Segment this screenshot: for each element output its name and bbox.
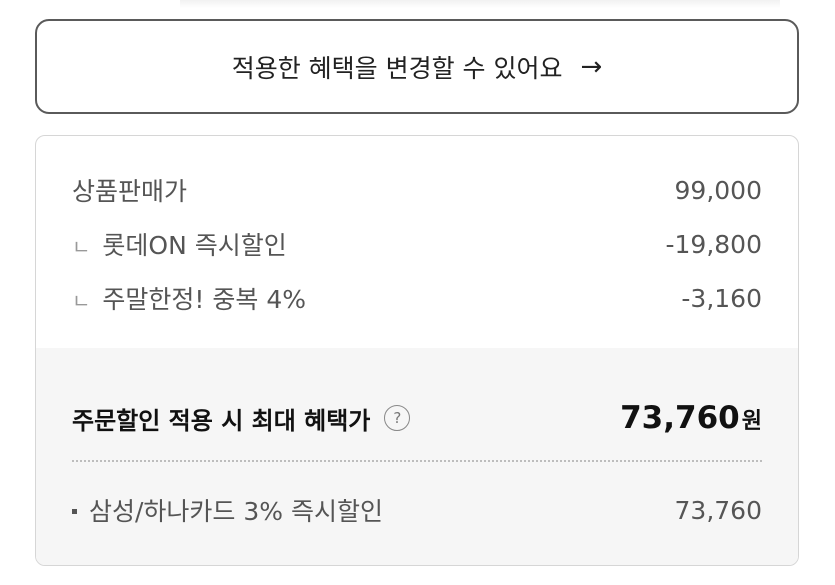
price-summary-card: 상품판매가 99,000 ㄴ 롯데ON 즉시할인 -19,800 ㄴ 주말한정! 중…: [35, 135, 799, 566]
card-discount-label: 삼성/하나카드 3% 즉시할인: [89, 497, 383, 526]
max-benefit-amount: 73,760 원: [620, 400, 762, 436]
discount-label: 롯데ON 즉시할인: [102, 231, 287, 260]
bullet-icon: [72, 508, 77, 514]
max-benefit-row: 주문할인 적용 시 최대 혜택가 ? 73,760 원: [72, 400, 762, 436]
change-benefit-button[interactable]: 적용한 혜택을 변경할 수 있어요 →: [35, 19, 799, 114]
card-discount-value: 73,760: [674, 495, 762, 525]
discount-value: -3,160: [681, 283, 762, 313]
currency-unit: 원: [741, 409, 762, 434]
price-row-sale-price: 상품판매가 99,000: [72, 172, 762, 208]
max-benefit-label: 주문할인 적용 시 최대 혜택가: [72, 406, 371, 435]
arrow-right-icon: →: [580, 51, 603, 82]
help-icon[interactable]: ?: [384, 405, 411, 431]
change-benefit-label: 적용한 혜택을 변경할 수 있어요: [231, 53, 563, 83]
price-breakdown: 상품판매가 99,000 ㄴ 롯데ON 즉시할인 -19,800 ㄴ 주말한정! 중…: [36, 136, 798, 348]
price-value: 99,000: [674, 175, 762, 205]
discount-value: -19,800: [665, 229, 763, 259]
sub-item-prefix: ㄴ: [72, 235, 91, 259]
price-label: 상품판매가: [72, 177, 188, 206]
card-discount-row: 삼성/하나카드 3% 즉시할인 73,760: [72, 492, 762, 528]
top-edge-shadow: [180, 0, 780, 8]
price-row-lotteon-discount: ㄴ 롯데ON 즉시할인 -19,800: [72, 226, 762, 262]
max-benefit-section: 주문할인 적용 시 최대 혜택가 ? 73,760 원 삼성/하나카드 3% 즉…: [36, 348, 798, 565]
dotted-divider: [72, 460, 762, 462]
max-benefit-value: 73,760: [620, 400, 740, 436]
sub-item-prefix: ㄴ: [72, 289, 91, 313]
price-row-weekend-discount: ㄴ 주말한정! 중복 4% -3,160: [72, 280, 762, 316]
discount-label: 주말한정! 중복 4%: [102, 285, 306, 314]
